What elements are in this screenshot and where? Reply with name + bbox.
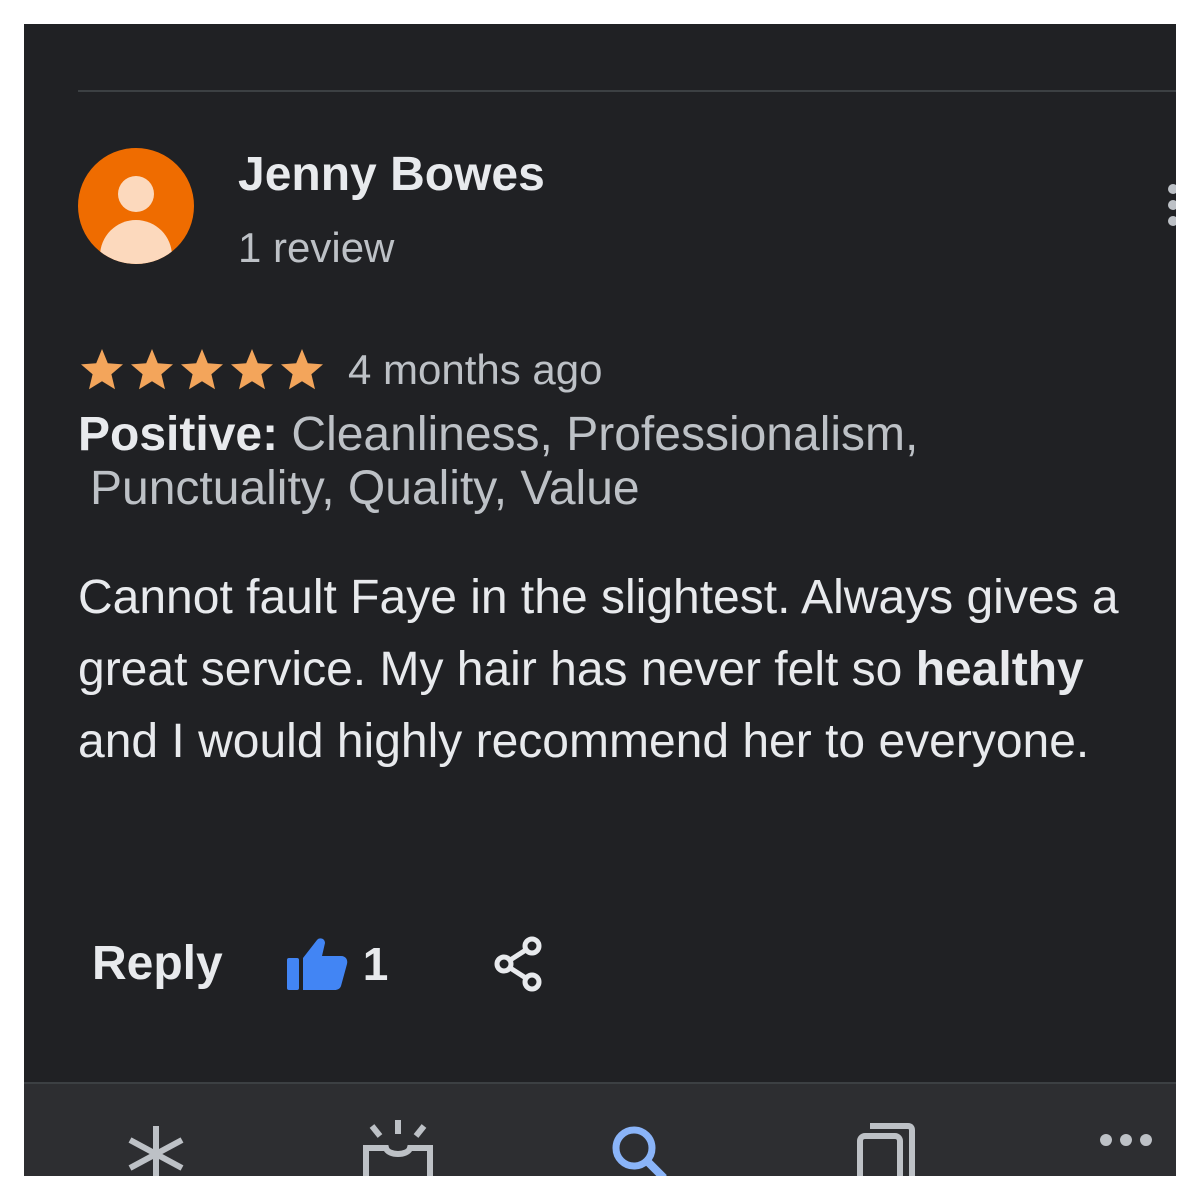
share-button[interactable] [488, 934, 548, 994]
asterisk-icon [128, 1126, 184, 1176]
like-count: 1 [362, 938, 389, 990]
more-options-icon[interactable] [1168, 184, 1176, 228]
top-divider [78, 90, 1176, 92]
review-text-part2: and I would highly recommend her to ever… [78, 715, 1090, 768]
reviewer-name[interactable]: Jenny Bowes [238, 148, 545, 202]
star-icon [81, 349, 123, 390]
star-icon [231, 349, 273, 390]
thumbs-up-icon [286, 938, 347, 990]
positive-label: Positive: [78, 408, 279, 461]
nav-saved[interactable] [846, 1120, 926, 1176]
rating-row: 4 months ago [78, 342, 603, 398]
avatar-person-icon-head [118, 176, 154, 212]
reply-button[interactable]: Reply [92, 937, 223, 991]
avatar-person-icon-body [100, 220, 172, 264]
positive-items-continued: Punctuality, Quality, Value [90, 462, 640, 515]
saved-icon [857, 1123, 915, 1176]
positive-items: Cleanliness, Professionalism, [291, 408, 919, 461]
nav-explore[interactable] [116, 1120, 196, 1176]
review-time: 4 months ago [348, 346, 603, 393]
star-icon [181, 349, 223, 390]
positive-attributes: Positive: Cleanliness, Professionalism, … [78, 408, 1138, 516]
screen: Jenny Bowes 1 review 4 months ago Positi… [24, 24, 1176, 1176]
nav-more[interactable] [1090, 1120, 1170, 1176]
like-button[interactable]: 1 [285, 934, 389, 994]
review-text-highlight: healthy [915, 643, 1084, 696]
updates-icon [363, 1120, 433, 1176]
star-rating [78, 346, 328, 394]
nav-updates[interactable] [358, 1120, 438, 1176]
review-actions: Reply 1 [92, 928, 548, 1000]
avatar[interactable] [78, 148, 194, 264]
nav-search[interactable] [604, 1120, 684, 1176]
more-icon [1100, 1134, 1152, 1146]
star-icon [281, 349, 323, 390]
review-text: Cannot fault Faye in the slightest. Alwa… [78, 562, 1148, 778]
share-icon [494, 936, 542, 992]
reviewer-review-count: 1 review [238, 224, 395, 271]
search-icon [612, 1126, 667, 1176]
bottom-navigation [24, 1082, 1176, 1176]
star-icon [131, 349, 173, 390]
